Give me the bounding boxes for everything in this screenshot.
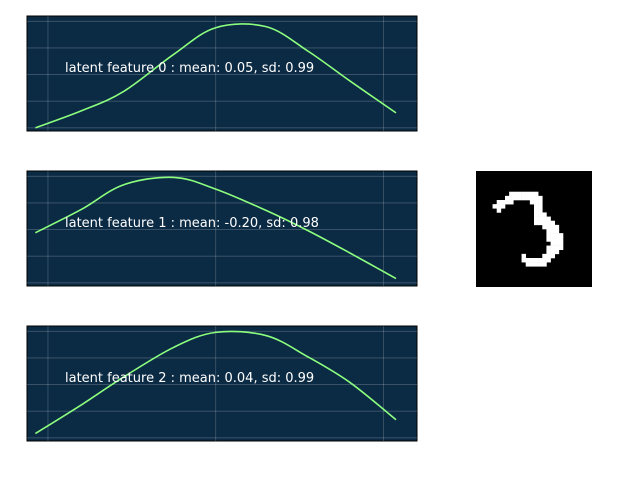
- digit-pixel: [546, 233, 551, 238]
- digit-pixel: [558, 241, 564, 246]
- digit-pixel: [521, 258, 527, 263]
- digit-pixel: [550, 233, 556, 238]
- digit-pixel: [550, 249, 556, 255]
- digit-pixel: [542, 216, 547, 222]
- latent-feature-label: latent feature 1 : mean: -0.20, sd: 0.98: [65, 216, 319, 231]
- digit-pixel: [534, 220, 539, 226]
- digit-pixel: [534, 200, 539, 205]
- digit-pixel: [546, 220, 551, 226]
- digit-pixel: [534, 208, 539, 213]
- digit-pixel: [534, 212, 539, 217]
- digit-pixel: [509, 200, 514, 205]
- digit-pixel: [550, 224, 556, 230]
- digit-pixel: [550, 245, 556, 251]
- digit-pixel: [529, 195, 535, 201]
- digit-pixel: [525, 195, 531, 201]
- digit-pixel: [542, 262, 547, 267]
- digit-pixel: [550, 220, 556, 226]
- digit-pixel: [538, 195, 543, 201]
- digit-pixel: [525, 191, 531, 197]
- digit-pixel: [546, 258, 551, 263]
- digit-pixel: [538, 204, 543, 209]
- digit-pixel: [500, 200, 506, 205]
- digit-pixel: [505, 195, 510, 201]
- digit-pixel: [546, 224, 551, 230]
- digit-pixel: [554, 224, 560, 230]
- digit-pixel: [550, 237, 556, 242]
- digit-pixel: [492, 204, 498, 209]
- digit-pixel: [542, 220, 547, 226]
- digit-pixel: [529, 262, 535, 267]
- digit-pixel: [521, 253, 527, 259]
- latent-feature-0-panel: latent feature 0 : mean: 0.05, sd: 0.99: [26, 15, 418, 132]
- digit-pixel: [538, 258, 543, 263]
- latent-feature-label: latent feature 0 : mean: 0.05, sd: 0.99: [65, 61, 314, 76]
- digit-pixel: [538, 212, 543, 217]
- digit-pixel: [529, 191, 535, 197]
- digit-pixel: [554, 249, 560, 255]
- digit-pixel: [538, 220, 543, 226]
- digit-pixel: [542, 253, 547, 259]
- digit-pixel: [534, 262, 539, 267]
- digit-pixel: [546, 216, 551, 222]
- digit-image-background: [476, 171, 592, 287]
- digit-pixel: [546, 237, 551, 242]
- digit-pixel: [542, 212, 547, 217]
- digit-pixel: [538, 216, 543, 222]
- digit-pixel: [529, 200, 535, 205]
- digit-pixel: [550, 229, 556, 234]
- digit-pixel: [529, 258, 535, 263]
- digit-image: [476, 171, 592, 287]
- digit-pixel: [513, 195, 518, 201]
- digit-pixel: [534, 204, 539, 209]
- latent-feature-2-panel: latent feature 2 : mean: 0.04, sd: 0.99: [26, 325, 418, 442]
- digit-pixel: [542, 258, 547, 263]
- digit-pixel: [558, 233, 564, 238]
- digit-pixel: [550, 241, 556, 246]
- digit-pixel: [500, 204, 506, 209]
- digit-pixel: [546, 245, 551, 251]
- digit-pixel: [509, 191, 514, 197]
- digit-pixel: [550, 253, 556, 259]
- digit-pixel: [546, 249, 551, 255]
- digit-pixel: [554, 229, 560, 234]
- digit-pixel: [538, 208, 543, 213]
- latent-feature-1-panel: latent feature 1 : mean: -0.20, sd: 0.98: [26, 170, 418, 287]
- latent-feature-label: latent feature 2 : mean: 0.04, sd: 0.99: [65, 371, 314, 386]
- digit-pixel: [517, 191, 522, 197]
- digit-pixel: [554, 241, 560, 246]
- digit-pixel: [521, 191, 527, 197]
- figure-canvas: latent feature 0 : mean: 0.05, sd: 0.99 …: [0, 0, 640, 480]
- digit-pixel: [513, 191, 518, 197]
- digit-pixel: [554, 233, 560, 238]
- digit-pixel: [554, 237, 560, 242]
- digit-pixel: [554, 245, 560, 251]
- digit-pixel: [496, 200, 502, 205]
- digit-pixel: [534, 216, 539, 222]
- digit-pixel: [517, 195, 522, 201]
- digit-pixel: [542, 224, 547, 230]
- digit-pixel: [521, 195, 527, 201]
- digit-pixel: [534, 258, 539, 263]
- digit-pixel: [558, 245, 564, 251]
- digit-pixel: [558, 237, 564, 242]
- digit-pixel: [546, 229, 551, 234]
- digit-pixel: [496, 204, 502, 209]
- digit-pixel: [496, 208, 502, 213]
- digit-pixel: [546, 253, 551, 259]
- digit-pixel: [525, 262, 531, 267]
- digit-pixel: [509, 195, 514, 201]
- digit-pixel: [534, 195, 539, 201]
- digit-pixel: [505, 200, 510, 205]
- digit-pixel: [525, 258, 531, 263]
- digit-pixel: [538, 262, 543, 267]
- digit-pixel: [538, 200, 543, 205]
- digit-pixel: [534, 191, 539, 197]
